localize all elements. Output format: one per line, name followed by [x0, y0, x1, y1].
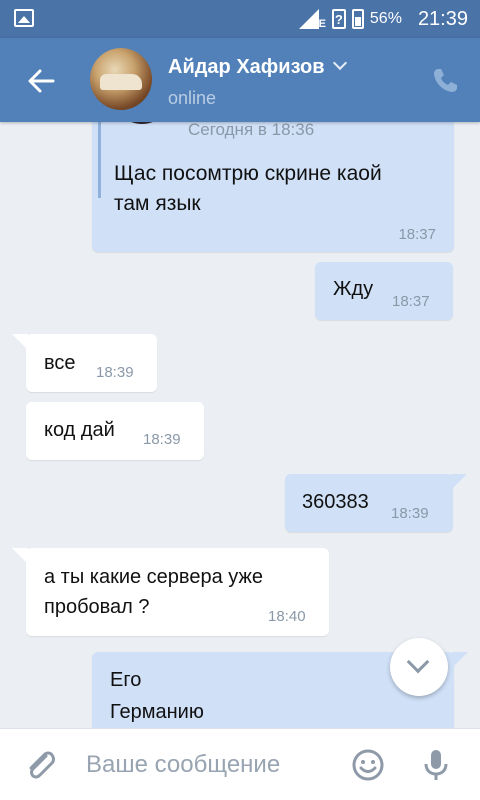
phone-icon[interactable]: [430, 66, 460, 96]
message-composer: [0, 728, 480, 800]
message-text-line2: пробовал ?: [44, 596, 150, 618]
battery-percent: 56%: [369, 10, 402, 27]
clock: 21:39: [417, 7, 468, 30]
microphone-icon[interactable]: [418, 747, 454, 783]
forwarded-message-bubble[interactable]: Сегодня в 18:36 Щас посомтрю скрине каой…: [92, 122, 454, 252]
forward-indicator-bar: [98, 122, 101, 198]
message-bubble-outgoing[interactable]: 360383 18:39: [285, 474, 467, 532]
gallery-notification-icon: [14, 9, 34, 27]
message-time: 18:37: [398, 226, 436, 243]
no-sim-icon: ?: [331, 9, 346, 29]
message-text-line1: а ты какие сервера уже: [44, 566, 263, 588]
chevron-down-icon: [406, 650, 430, 674]
message-text: Жду: [333, 278, 374, 300]
message-list[interactable]: Сегодня в 18:36 Щас посомтрю скрине каой…: [0, 122, 480, 728]
forwarded-text-line2: там язык: [114, 192, 201, 215]
message-time: 18:39: [96, 364, 134, 381]
forwarded-date: Сегодня в 18:36: [188, 122, 315, 139]
battery-icon: [351, 9, 364, 29]
contact-name: Айдар Хафизов: [168, 56, 325, 78]
chat-header: Айдар Хафизов online: [0, 38, 480, 122]
message-bubble-incoming[interactable]: а ты какие сервера уже пробовал ? 18:40: [12, 548, 329, 636]
message-input[interactable]: [86, 747, 336, 783]
message-bubble-outgoing[interactable]: Жду 18:37: [315, 262, 453, 320]
network-type: E: [318, 18, 326, 30]
forwarded-author-avatar: [112, 122, 172, 124]
signal-icon: [298, 9, 319, 29]
message-text: все: [44, 352, 76, 374]
scroll-to-bottom-button[interactable]: [390, 638, 448, 696]
status-bar: E ? 56% 21:39: [0, 0, 480, 38]
contact-name-row[interactable]: Айдар Хафизов: [168, 55, 347, 79]
message-text: 360383: [302, 491, 369, 513]
forwarded-text-line1: Щас посомтрю скрине каой: [114, 162, 382, 185]
chevron-down-icon: [332, 55, 347, 71]
message-time: 18:37: [392, 293, 430, 310]
attach-icon[interactable]: [22, 747, 58, 783]
message-time: 18:40: [268, 608, 306, 625]
message-bubble-incoming[interactable]: все 18:39: [12, 334, 157, 392]
message-text-line2: Германию: [110, 701, 204, 723]
back-arrow-icon[interactable]: [26, 66, 56, 96]
emoji-icon[interactable]: [350, 747, 386, 783]
contact-status: online: [168, 88, 217, 108]
message-text-line1: Его: [110, 669, 142, 691]
message-bubble-incoming[interactable]: код дай 18:39: [26, 402, 204, 460]
contact-avatar[interactable]: [90, 48, 152, 110]
message-time: 18:39: [143, 431, 181, 448]
message-text: код дай: [44, 419, 115, 441]
message-time: 18:39: [391, 505, 429, 522]
